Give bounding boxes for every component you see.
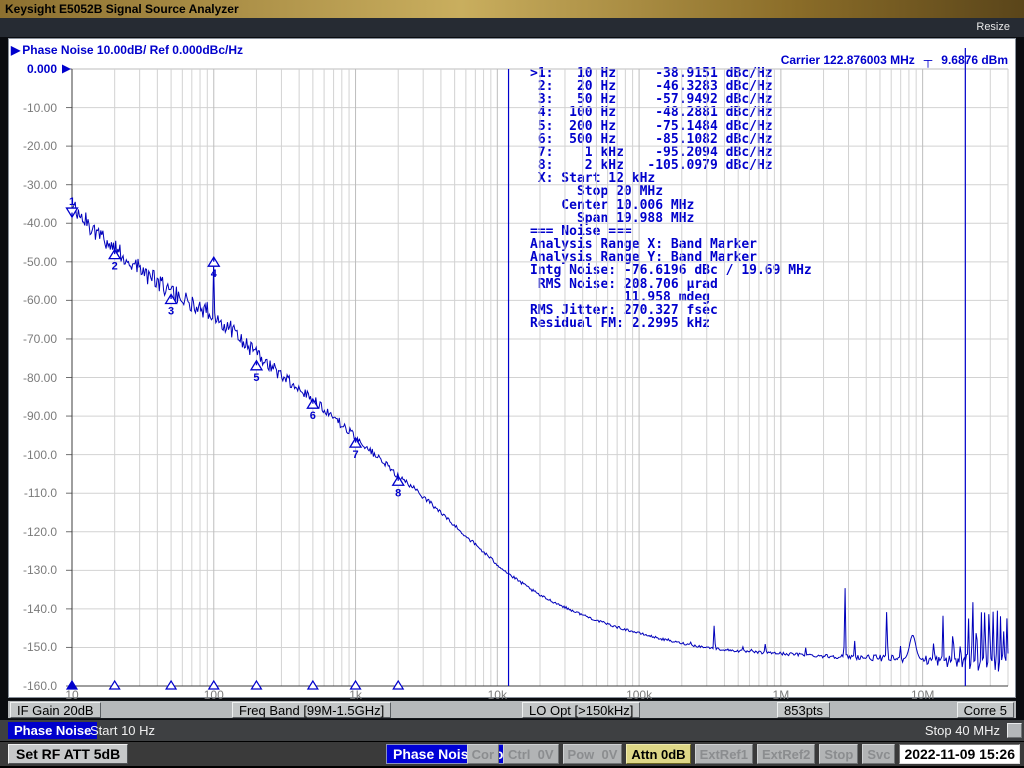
window-title-bar: Keysight E5052B Signal Source Analyzer bbox=[0, 0, 1024, 18]
y-axis-tick-label: -120.0 bbox=[5, 525, 57, 539]
marker-info-line: 11.958 mdeg bbox=[530, 291, 812, 304]
y-axis-tick-label: -90.00 bbox=[5, 409, 57, 423]
y-axis-tick-label: -50.00 bbox=[5, 255, 57, 269]
marker-info-line: Stop 20 MHz bbox=[530, 185, 812, 198]
status-button[interactable]: IF Gain 20dB bbox=[10, 702, 101, 718]
marker-info-line: 4: 100 Hz -48.2881 dBc/Hz bbox=[530, 106, 812, 119]
marker-info-line: Residual FM: 2.2995 kHz bbox=[530, 317, 812, 330]
trace-scale-text: Phase Noise 10.00dB/ Ref 0.000dBc/Hz bbox=[22, 43, 243, 57]
y-axis-tick-label: -10.00 bbox=[5, 101, 57, 115]
datetime-display: 2022-11-09 15:26 bbox=[899, 744, 1020, 764]
y-axis-tick-label: -80.00 bbox=[5, 371, 57, 385]
sweep-start-readout: Start 10 Hz bbox=[90, 722, 155, 739]
y-axis-tick-label: -70.00 bbox=[5, 332, 57, 346]
y-axis-tick-label: -60.00 bbox=[5, 293, 57, 307]
tab-phase-noise[interactable]: Phase Noise bbox=[8, 722, 97, 739]
active-trace-arrow-icon: ▶ bbox=[11, 43, 20, 57]
x-axis-tick-label: 10M bbox=[893, 688, 953, 702]
y-axis-tick-label: -40.00 bbox=[5, 216, 57, 230]
measurement-status-bar: IF Gain 20dB Freq Band [99M-1.5GHz] LO Opt… bbox=[8, 700, 1016, 719]
y-axis-tick-label: -140.0 bbox=[5, 602, 57, 616]
y-axis-ref-label: 0.000 bbox=[5, 62, 57, 76]
indicator-ctrl-0v: Ctrl 0V bbox=[503, 744, 559, 764]
e5052b-screen: Keysight E5052B Signal Source Analyzer R… bbox=[0, 0, 1024, 768]
resize-button[interactable]: Resize bbox=[976, 21, 1010, 33]
indicator-group: CorCtrl 0VPow 0VAttn 0dBExtRef1ExtRef2St… bbox=[467, 744, 1020, 764]
marker-info-line: 6: 500 Hz -85.1082 dBc/Hz bbox=[530, 133, 812, 146]
y-axis-tick-label: -110.0 bbox=[5, 486, 57, 500]
indicator-svc: Svc bbox=[862, 744, 895, 764]
graph-panel bbox=[8, 38, 1016, 698]
status-button[interactable]: LO Opt [>150kHz] bbox=[522, 702, 640, 718]
indicator-extref2: ExtRef2 bbox=[757, 744, 815, 764]
menu-bar: Resize bbox=[0, 18, 1024, 37]
carrier-tick-icon: ┬ bbox=[924, 53, 933, 67]
x-axis-tick-label: 10 bbox=[42, 688, 102, 702]
marker-info-line: RMS Jitter: 270.327 fsec bbox=[530, 304, 812, 317]
indicator-attn-0db: Attn 0dB bbox=[626, 744, 690, 764]
set-rf-att-button[interactable]: Set RF ATT 5dB bbox=[8, 744, 128, 764]
status-button[interactable]: Corre 5 bbox=[957, 702, 1014, 718]
window-title: Keysight E5052B Signal Source Analyzer bbox=[5, 2, 239, 16]
y-axis-tick-label: -100.0 bbox=[5, 448, 57, 462]
channel-bar: Phase Noise Start 10 Hz Stop 40 MHz bbox=[0, 720, 1024, 742]
status-button[interactable]: 853pts bbox=[777, 702, 830, 718]
y-axis-tick-label: -130.0 bbox=[5, 563, 57, 577]
trace-scale-readout: ▶Phase Noise 10.00dB/ Ref 0.000dBc/Hz bbox=[11, 43, 243, 57]
y-axis-tick-label: -150.0 bbox=[5, 640, 57, 654]
x-axis-tick-label: 100 bbox=[184, 688, 244, 702]
indicator-stop: Stop bbox=[819, 744, 858, 764]
instrument-status-bar: Set RF ATT 5dB Phase Noise: Hold CorCtrl… bbox=[0, 742, 1024, 768]
x-axis-tick-label: 10k bbox=[467, 688, 527, 702]
carrier-readout: Carrier 122.876003 MHz ┬ 9.6876 dBm bbox=[781, 53, 1008, 67]
sweep-stop-readout: Stop 40 MHz bbox=[925, 722, 1000, 739]
marker-info-block: >1: 10 Hz -38.9151 dBc/Hz 2: 20 Hz -46.3… bbox=[530, 67, 812, 330]
marker-info-line: 5: 200 Hz -75.1484 dBc/Hz bbox=[530, 120, 812, 133]
indicator-extref1: ExtRef1 bbox=[695, 744, 753, 764]
indicator-pow-0v: Pow 0V bbox=[563, 744, 623, 764]
marker-info-line: Center 10.006 MHz bbox=[530, 199, 812, 212]
y-axis-tick-label: -30.00 bbox=[5, 178, 57, 192]
indicator-cor: Cor bbox=[467, 744, 499, 764]
marker-info-line: RMS Noise: 208.706 µrad bbox=[530, 278, 812, 291]
x-axis-tick-label: 1M bbox=[751, 688, 811, 702]
carrier-frequency: Carrier 122.876003 MHz bbox=[781, 53, 915, 67]
marker-info-line: Intg Noise: -76.6196 dBc / 19.69 MHz bbox=[530, 264, 812, 277]
channel-resize-handle[interactable] bbox=[1007, 723, 1022, 738]
marker-info-line: Span 19.988 MHz bbox=[530, 212, 812, 225]
x-axis-tick-label: 100k bbox=[609, 688, 669, 702]
y-axis-tick-label: -20.00 bbox=[5, 139, 57, 153]
status-button[interactable]: Freq Band [99M-1.5GHz] bbox=[232, 702, 391, 718]
carrier-power: 9.6876 dBm bbox=[941, 53, 1008, 67]
x-axis-tick-label: 1k bbox=[326, 688, 386, 702]
